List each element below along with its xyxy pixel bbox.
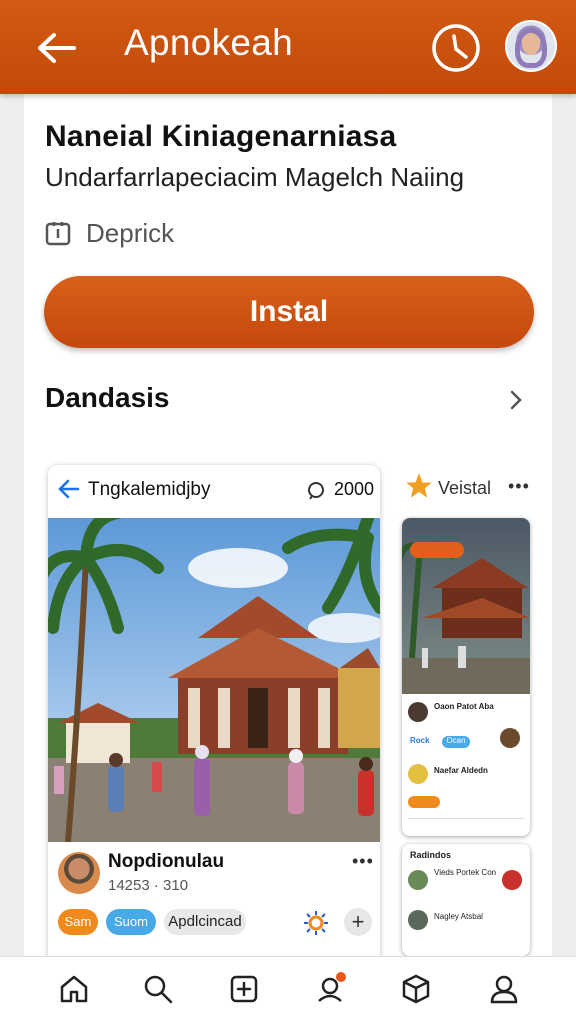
add-icon[interactable] — [228, 973, 260, 1005]
chevron-right-icon[interactable] — [506, 388, 526, 412]
clock-icon[interactable] — [430, 22, 482, 74]
preview-row-text: Nagley Atsbal — [434, 912, 483, 921]
developer-name[interactable]: Deprick — [86, 218, 174, 249]
mini-avatar — [408, 910, 428, 930]
app-subtitle: Undarfarrlapeciacim Magelch Naiing — [45, 162, 465, 192]
back-arrow-icon[interactable] — [58, 479, 80, 499]
section-title: Dandasis — [45, 382, 170, 413]
more-options-icon[interactable]: ••• — [352, 851, 374, 872]
mini-avatar — [408, 702, 428, 722]
bottom-nav — [0, 956, 576, 1025]
phone-preview[interactable]: Oaon Patot Aba Rock Ocan Naefar Aldedn — [402, 518, 530, 836]
mini-avatar — [408, 764, 428, 784]
avatar[interactable] — [505, 20, 557, 72]
screenshot-card[interactable]: Tngkalemidjby 2000 Nopdionulau 14253 · 3… — [48, 465, 380, 965]
home-icon[interactable] — [58, 973, 90, 1005]
comment-icon[interactable] — [306, 480, 326, 500]
tag-chip[interactable]: Suom — [106, 909, 156, 935]
poster-name[interactable]: Nopdionulau — [108, 851, 224, 873]
preview-rows: Oaon Patot Aba Rock Ocan Naefar Aldedn — [402, 694, 530, 836]
app-header: Apnokeah — [0, 0, 576, 94]
phone-preview-2[interactable]: Radindos Vieds Portek Con Nagley Atsbal — [402, 844, 530, 956]
mini-avatar — [408, 870, 428, 890]
tag-chip[interactable]: Apdlcincad — [164, 909, 246, 935]
card-title: Tngkalemidjby — [88, 479, 211, 500]
preview-row-text: Naefar Aldedn — [434, 766, 488, 775]
preview-chip: Ocan — [442, 736, 470, 748]
more-options-icon[interactable]: ••• — [508, 476, 530, 497]
app-title: Apnokeah — [124, 22, 294, 63]
comment-count: 2000 — [334, 479, 375, 499]
app-name: Naneial Kiniagenarniasa — [45, 120, 397, 153]
avatar-face — [522, 33, 540, 55]
temple-photo[interactable] — [48, 518, 380, 842]
mini-avatar — [502, 870, 522, 890]
divider — [408, 818, 524, 819]
preview-photo — [402, 518, 530, 694]
preview-card-title: Radindos — [410, 850, 452, 860]
preview-label: Veistal — [438, 478, 492, 498]
tag-chip[interactable]: Sam — [58, 909, 98, 935]
preview-badge — [410, 542, 464, 558]
poster-avatar[interactable] — [58, 852, 100, 894]
star-icon — [406, 473, 432, 498]
search-icon[interactable] — [142, 973, 174, 1005]
add-button[interactable]: + — [344, 908, 372, 936]
preview-chip — [408, 796, 440, 808]
poster-stats: 14253 · 310 — [108, 877, 189, 894]
package-icon[interactable] — [400, 973, 432, 1005]
back-arrow-icon[interactable] — [34, 26, 78, 70]
sun-icon[interactable] — [304, 911, 328, 935]
developer-icon — [45, 222, 71, 246]
install-button[interactable]: Instal — [44, 276, 534, 348]
preview-row-text: Oaon Patot Aba — [434, 702, 494, 711]
notification-badge — [336, 972, 346, 982]
profile-icon[interactable] — [488, 973, 520, 1005]
